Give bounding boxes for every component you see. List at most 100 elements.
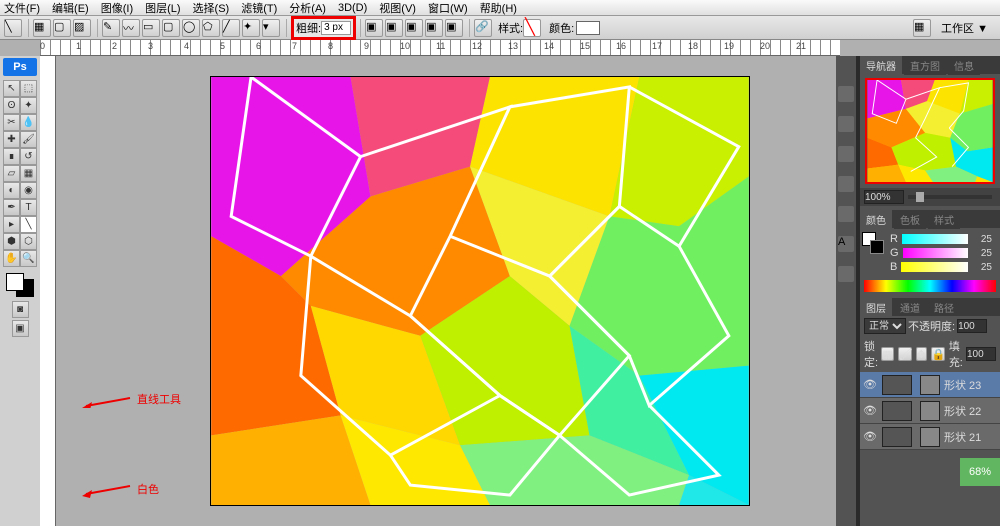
line-icon[interactable]: ╱ <box>222 19 240 37</box>
tool-preset-picker[interactable]: ╲ <box>4 19 22 37</box>
crop-tool[interactable]: ✂ <box>3 114 20 131</box>
heal-tool[interactable]: ✚ <box>3 131 20 148</box>
lock-position-icon[interactable]: ✥ <box>916 347 927 361</box>
g-slider[interactable] <box>903 248 968 258</box>
menu-filter[interactable]: 滤镜(T) <box>241 0 277 16</box>
lock-image-icon[interactable]: 🖌 <box>898 347 912 361</box>
tab-info[interactable]: 信息 <box>948 56 980 75</box>
hand-tool[interactable]: ✋ <box>3 250 20 267</box>
mode-new-icon[interactable]: ▣ <box>365 19 383 37</box>
visibility-icon[interactable]: 👁 <box>862 378 878 391</box>
line-tool[interactable]: ╲ <box>20 216 37 233</box>
blur-tool[interactable]: ◐ <box>3 182 20 199</box>
foreground-color[interactable] <box>6 273 24 291</box>
menu-image[interactable]: 图像(I) <box>101 0 133 16</box>
layer-thumbnail[interactable] <box>882 375 912 395</box>
screen-mode-icon[interactable]: ▦ <box>913 19 931 37</box>
move-tool[interactable]: ↖ <box>3 80 20 97</box>
style-picker[interactable]: ╲ <box>523 19 541 37</box>
eraser-tool[interactable]: ▱ <box>3 165 20 182</box>
mode-subtract-icon[interactable]: ▣ <box>405 19 423 37</box>
menu-edit[interactable]: 编辑(E) <box>52 0 89 16</box>
weight-input[interactable] <box>321 21 351 35</box>
opacity-input[interactable] <box>957 319 987 333</box>
menu-analysis[interactable]: 分析(A) <box>289 0 326 16</box>
wand-tool[interactable]: ✦ <box>20 97 37 114</box>
lasso-tool[interactable]: ʘ <box>3 97 20 114</box>
mode-intersect-icon[interactable]: ▣ <box>425 19 443 37</box>
menu-window[interactable]: 窗口(W) <box>428 0 468 16</box>
layer-mask-thumbnail[interactable] <box>920 401 940 421</box>
layer-thumbnail[interactable] <box>882 427 912 447</box>
fill-pixels-icon[interactable]: ▨ <box>73 19 91 37</box>
freeform-pen-icon[interactable]: 〰 <box>122 19 140 37</box>
tab-histogram[interactable]: 直方图 <box>904 56 946 75</box>
zoom-tool[interactable]: 🔍 <box>20 250 37 267</box>
link-icon[interactable]: 🔗 <box>474 19 492 37</box>
history-brush-tool[interactable]: ↺ <box>20 148 37 165</box>
tab-channels[interactable]: 通道 <box>894 298 926 317</box>
blend-mode-select[interactable]: 正常 <box>864 318 906 334</box>
type-tool[interactable]: T <box>20 199 37 216</box>
tab-layers[interactable]: 图层 <box>860 298 892 317</box>
actions-icon[interactable] <box>838 116 854 132</box>
menu-select[interactable]: 选择(S) <box>193 0 230 16</box>
rectangle-icon[interactable]: ▭ <box>142 19 160 37</box>
gradient-tool[interactable]: ▦ <box>20 165 37 182</box>
3d-tool[interactable]: ⬢ <box>3 233 20 250</box>
layer-row[interactable]: 👁 形状 22 <box>860 398 1000 424</box>
fill-input[interactable] <box>966 347 996 361</box>
layer-mask-thumbnail[interactable] <box>920 375 940 395</box>
workspace-switcher[interactable]: 工作区 ▼ <box>941 20 988 36</box>
tab-paths[interactable]: 路径 <box>928 298 960 317</box>
mode-add-icon[interactable]: ▣ <box>385 19 403 37</box>
menu-help[interactable]: 帮助(H) <box>480 0 517 16</box>
visibility-icon[interactable]: 👁 <box>862 404 878 417</box>
layer-thumbnail[interactable] <box>882 401 912 421</box>
screenmode-tool[interactable]: ▣ <box>12 320 29 337</box>
lock-all-icon[interactable]: 🔒 <box>931 347 945 361</box>
clone-source-icon[interactable] <box>838 206 854 222</box>
zoom-input[interactable] <box>864 190 904 204</box>
layer-name[interactable]: 形状 23 <box>944 377 981 393</box>
r-slider[interactable] <box>902 234 968 244</box>
zoom-slider[interactable] <box>908 195 992 199</box>
tool-presets-icon[interactable] <box>838 146 854 162</box>
menu-file[interactable]: 文件(F) <box>4 0 40 16</box>
color-swatch[interactable] <box>576 21 600 35</box>
brushes-icon[interactable] <box>838 176 854 192</box>
pen-icon[interactable]: ✎ <box>102 19 120 37</box>
stamp-tool[interactable]: ∎ <box>3 148 20 165</box>
navigator-thumbnail[interactable] <box>865 78 995 184</box>
marquee-tool[interactable]: ⬚ <box>20 80 37 97</box>
polygon-icon[interactable]: ⬠ <box>202 19 220 37</box>
tab-swatches[interactable]: 色板 <box>894 210 926 229</box>
history-icon[interactable] <box>838 86 854 102</box>
color-ramp[interactable] <box>864 280 996 292</box>
layer-name[interactable]: 形状 22 <box>944 403 981 419</box>
custom-shape-icon[interactable]: ✦ <box>242 19 260 37</box>
3d-camera-tool[interactable]: ⬡ <box>20 233 37 250</box>
menu-layer[interactable]: 图层(L) <box>145 0 180 16</box>
tab-styles[interactable]: 样式 <box>928 210 960 229</box>
color-picker[interactable] <box>6 273 34 297</box>
layer-mask-thumbnail[interactable] <box>920 427 940 447</box>
panel-bg-color[interactable] <box>870 240 884 254</box>
menu-3d[interactable]: 3D(D) <box>338 2 367 14</box>
menu-view[interactable]: 视图(V) <box>379 0 416 16</box>
eyedropper-tool[interactable]: 💧 <box>20 114 37 131</box>
shape-layers-icon[interactable]: ▦ <box>33 19 51 37</box>
lock-transparency-icon[interactable]: ▦ <box>881 347 893 361</box>
visibility-icon[interactable]: 👁 <box>862 430 878 443</box>
shape-options-icon[interactable]: ▾ <box>262 19 280 37</box>
mode-exclude-icon[interactable]: ▣ <box>445 19 463 37</box>
ellipse-icon[interactable]: ◯ <box>182 19 200 37</box>
paragraph-icon[interactable] <box>838 266 854 282</box>
layer-name[interactable]: 形状 21 <box>944 429 981 445</box>
layer-row[interactable]: 👁 形状 21 <box>860 424 1000 450</box>
character-icon[interactable]: A <box>838 236 854 252</box>
tab-color[interactable]: 颜色 <box>860 210 892 229</box>
pen-tool[interactable]: ✒ <box>3 199 20 216</box>
b-slider[interactable] <box>901 262 968 272</box>
rounded-rect-icon[interactable]: ▢ <box>162 19 180 37</box>
